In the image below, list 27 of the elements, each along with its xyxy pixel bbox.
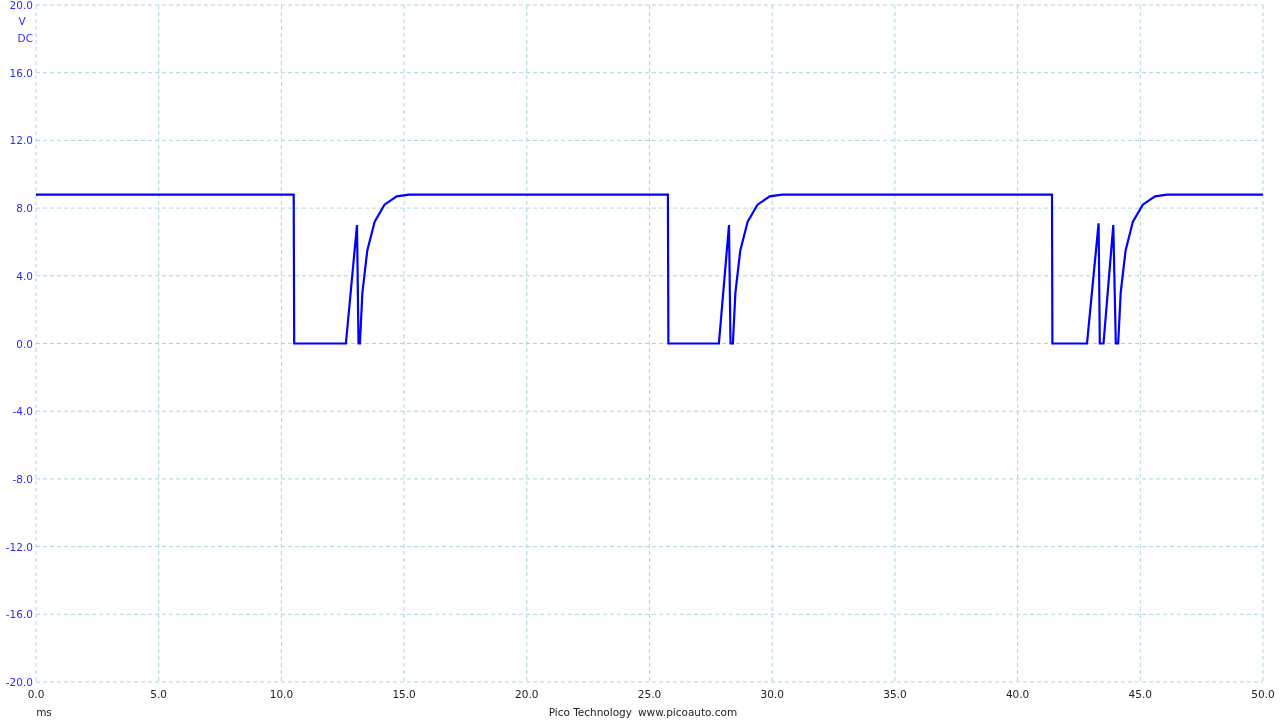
y-tick-label: 20.0 — [9, 0, 33, 11]
x-tick-label: 30.0 — [760, 688, 784, 700]
x-tick-label: 5.0 — [150, 688, 168, 700]
y-tick-label: -12.0 — [5, 540, 33, 553]
x-tick-label: 15.0 — [392, 688, 416, 700]
website-url: www.picoauto.com — [638, 706, 738, 718]
coupling-label: DC — [17, 32, 33, 44]
x-tick-label: 10.0 — [269, 688, 294, 700]
y-axis-unit: V — [18, 15, 26, 27]
y-tick-label: 16.0 — [9, 66, 33, 79]
x-axis-unit: ms — [36, 706, 52, 718]
y-tick-label: 0.0 — [16, 337, 33, 350]
y-tick-label: -4.0 — [12, 405, 33, 418]
x-tick-label: 0.0 — [27, 688, 45, 700]
y-tick-label: -20.0 — [5, 676, 33, 688]
company-name: Pico Technology — [548, 706, 632, 718]
x-tick-label: 20.0 — [515, 688, 539, 700]
y-tick-label: -16.0 — [5, 608, 33, 621]
x-tick-label: 50.0 — [1251, 688, 1275, 700]
y-tick-label: -8.0 — [12, 472, 33, 485]
y-tick-label: 8.0 — [16, 202, 33, 215]
x-tick-label: 25.0 — [637, 688, 662, 700]
x-tick-label: 35.0 — [883, 688, 907, 700]
x-tick-label: 45.0 — [1128, 688, 1152, 700]
y-tick-label: 12.0 — [9, 134, 33, 147]
x-tick-label: 40.0 — [1005, 688, 1030, 700]
y-tick-label: 4.0 — [16, 269, 33, 282]
